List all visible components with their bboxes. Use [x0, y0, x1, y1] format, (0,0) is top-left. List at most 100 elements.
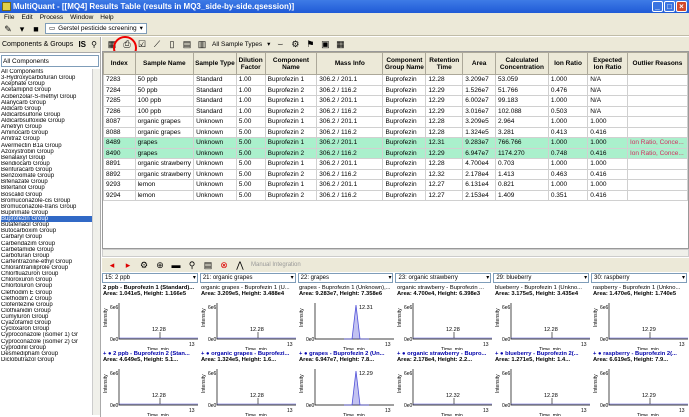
curve-icon[interactable]: ⌣ [275, 39, 285, 49]
table-cell[interactable]: 3.281 [495, 126, 549, 138]
table-cell[interactable]: Standard [193, 95, 237, 107]
table-cell[interactable]: 12.28 [425, 126, 464, 138]
table-cell[interactable]: Standard [193, 105, 237, 117]
close-button[interactable]: × [676, 1, 687, 12]
table-cell[interactable]: 1.324e5 [462, 126, 497, 138]
table-row[interactable]: 8490 grapes Unknown 5.00 Buprofezin 2 306.2 /… [103, 147, 688, 159]
table-cell[interactable]: 2.964 [495, 116, 549, 128]
table-cell[interactable] [626, 179, 688, 191]
table-cell[interactable]: Buprofezin [382, 147, 427, 159]
column-header[interactable]: Ion Ratio [547, 52, 589, 75]
table-cell[interactable]: 5.00 [235, 189, 266, 201]
table-cell[interactable]: 0.476 [547, 84, 589, 96]
table-cell[interactable]: 12.31 [425, 137, 464, 149]
table-cell[interactable] [626, 84, 688, 96]
table-cell[interactable]: lemon [134, 189, 195, 201]
table-cell[interactable]: 50 ppb [134, 74, 195, 86]
table-cell[interactable]: 51.766 [495, 84, 549, 96]
table-cell[interactable]: 102.088 [495, 105, 549, 117]
peak-icon[interactable]: ⋀ [235, 260, 245, 270]
columns-icon[interactable]: ▥ [197, 39, 207, 49]
chromatogram-panel[interactable]: + ● organic strawberry - Bupro... Area: 2… [397, 351, 494, 416]
table-cell[interactable]: Buprofezin [382, 179, 427, 191]
table-cell[interactable]: 0.416 [587, 126, 628, 138]
table-cell[interactable] [626, 158, 688, 170]
table-cell[interactable]: Buprofezin [382, 116, 427, 128]
table-cell[interactable]: 8891 [103, 158, 136, 170]
table-cell[interactable]: 0.463 [547, 168, 589, 180]
table-cell[interactable]: Unknown [193, 126, 237, 138]
sample-selector[interactable]: 29: blueberry ▾ [493, 273, 590, 283]
table-cell[interactable]: lemon [134, 179, 195, 191]
table-cell[interactable]: organic grapes [134, 116, 195, 128]
table-cell[interactable]: 1.409 [495, 189, 549, 201]
results-table[interactable]: Index Sample Name Sample Type Dilution Fact… [102, 51, 689, 249]
table-row[interactable]: 9293 lemon Unknown 5.00 Buprofezin 1 306.2 / … [103, 179, 688, 191]
table-cell[interactable]: 0.351 [547, 189, 589, 201]
table-cell[interactable]: Ion Ratio, Conce... [626, 137, 688, 149]
table-cell[interactable]: 7284 [103, 84, 136, 96]
table-cell[interactable]: 1.526e7 [462, 84, 497, 96]
filter-icon[interactable]: ▯ [167, 39, 177, 49]
table-cell[interactable]: Unknown [193, 189, 237, 201]
table-cell[interactable]: 306.2 / 201.1 [316, 74, 384, 86]
table-cell[interactable]: 1.000 [587, 179, 628, 191]
table-cell[interactable]: organic strawberry [134, 158, 195, 170]
table-cell[interactable]: 12.29 [425, 147, 464, 159]
table-cell[interactable]: N/A [587, 74, 628, 86]
table-cell[interactable]: Unknown [193, 179, 237, 191]
open-icon[interactable]: ▾ [17, 24, 27, 34]
chromatogram-panel[interactable]: + ● 2 ppb - Buprofezin 2 (Stan... Area: 4… [103, 351, 200, 416]
table-cell[interactable]: 1.413 [495, 168, 549, 180]
table-cell[interactable]: 306.2 / 201.1 [316, 116, 384, 128]
table-cell[interactable]: Buprofezin 2 [264, 84, 318, 96]
table-cell[interactable]: 9294 [103, 189, 136, 201]
table-cell[interactable]: Buprofezin [382, 158, 427, 170]
table-row[interactable]: 8087 organic grapes Unknown 5.00 Buprofezin … [103, 116, 688, 128]
table-cell[interactable]: 0.413 [547, 126, 589, 138]
table-cell[interactable]: 9.283e7 [462, 137, 497, 149]
table-cell[interactable]: 0.748 [547, 147, 589, 159]
table-cell[interactable]: Ion Ratio, Conce... [626, 147, 688, 159]
table-cell[interactable]: 1.000 [547, 158, 589, 170]
table-cell[interactable]: 12.27 [425, 179, 464, 191]
table-cell[interactable]: Buprofezin 1 [264, 158, 318, 170]
table-cell[interactable]: 1.000 [547, 95, 589, 107]
component-item[interactable]: Diclobutrazol Group [1, 357, 93, 363]
column-header[interactable]: Area [462, 52, 497, 75]
prev-icon[interactable]: ◂ [107, 260, 117, 270]
gear-icon[interactable]: ⚙ [290, 39, 300, 49]
table-cell[interactable]: 7283 [103, 74, 136, 86]
table-cell[interactable]: 1.000 [587, 116, 628, 128]
table-cell[interactable]: 12.29 [425, 105, 464, 117]
table-icon[interactable]: ▤ [182, 39, 192, 49]
table-cell[interactable]: organic strawberry [134, 168, 195, 180]
table-cell[interactable]: Unknown [193, 147, 237, 159]
table-cell[interactable]: Standard [193, 74, 237, 86]
table-cell[interactable]: 0.821 [495, 179, 549, 191]
table-cell[interactable]: 306.2 / 201.1 [316, 179, 384, 191]
table-cell[interactable] [626, 189, 688, 201]
chromatogram-panel[interactable]: 2 ppb - Buprofezin 1 (Standard)... Area: … [103, 285, 200, 350]
manual-integration-toggle[interactable]: Manual Integration [251, 262, 301, 268]
maximize-button[interactable]: □ [664, 1, 675, 12]
sample-selector[interactable]: 21: organic grapes ▾ [199, 273, 296, 283]
table-cell[interactable]: 100 ppb [134, 95, 195, 107]
chromatogram-panel[interactable]: organic grapes - Buprofezin 1 (U... Area:… [201, 285, 298, 350]
menu-help[interactable]: Help [100, 13, 113, 22]
table-cell[interactable]: Unknown [193, 116, 237, 128]
next-icon[interactable]: ▸ [123, 260, 133, 270]
column-header[interactable]: Calculated Concentration [495, 52, 549, 75]
table-cell[interactable]: 1174.270 [495, 147, 549, 159]
table-cell[interactable]: 306.2 / 116.2 [316, 126, 384, 138]
table-cell[interactable]: Buprofezin [382, 95, 427, 107]
table-cell[interactable]: Unknown [193, 168, 237, 180]
gear-icon[interactable]: ⚙ [139, 260, 149, 270]
table-cell[interactable]: 12.27 [425, 189, 464, 201]
table-cell[interactable]: 3.016e7 [462, 105, 497, 117]
table-cell[interactable]: 1.000 [547, 116, 589, 128]
table-cell[interactable]: 1.00 [235, 74, 266, 86]
table-cell[interactable]: 12.28 [425, 158, 464, 170]
table-cell[interactable]: Standard [193, 84, 237, 96]
table-cell[interactable]: 100 ppb [134, 105, 195, 117]
